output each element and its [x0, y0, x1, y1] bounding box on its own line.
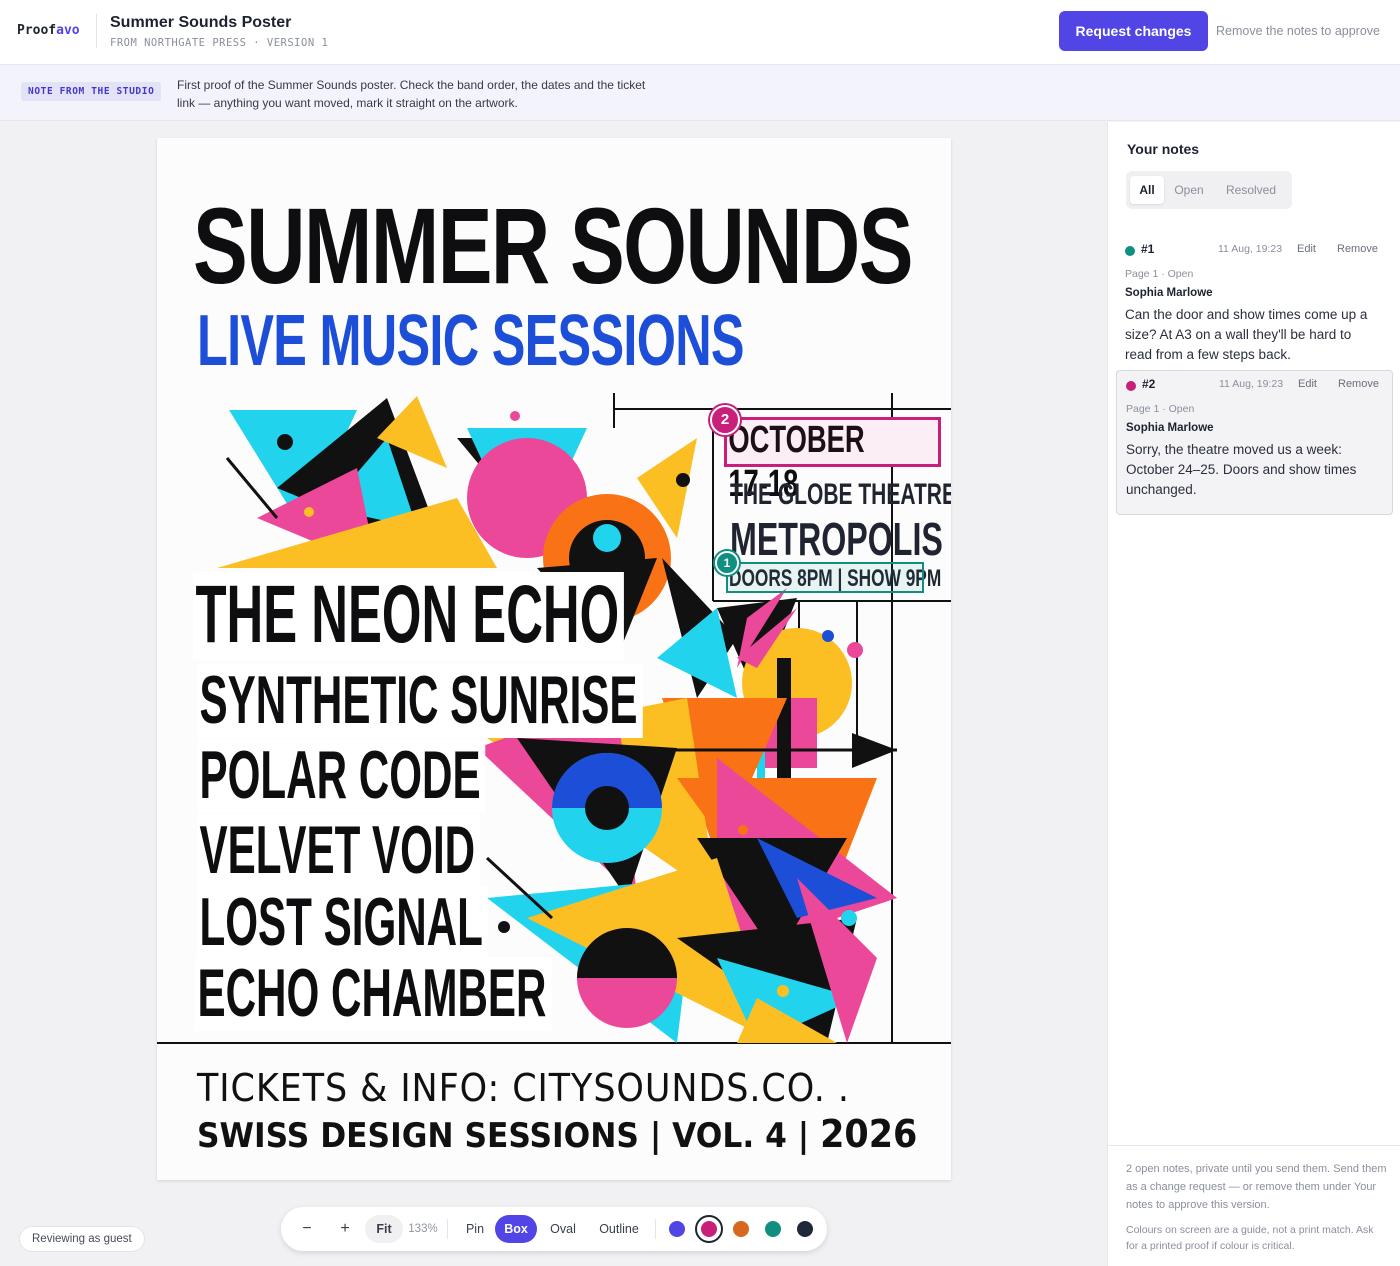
filter-open[interactable]: Open — [1168, 176, 1210, 204]
color-swatch-indigo[interactable] — [669, 1221, 685, 1237]
color-swatch-dark[interactable] — [797, 1221, 813, 1237]
notes-filter: All Open Resolved — [1126, 171, 1292, 209]
poster-subtitle: LIVE MUSIC SESSIONS — [197, 301, 745, 381]
poster-tickets: TICKETS & INFO: CITYSOUNDS.CO. . — [197, 1066, 850, 1110]
box-tool-button[interactable]: Box — [495, 1215, 537, 1243]
note-body: Can the door and show times come up a si… — [1125, 307, 1372, 362]
zoom-out-button[interactable]: − — [295, 1215, 319, 1243]
note-item[interactable]: #1 11 Aug, 19:23 Edit Remove Page 1 · Op… — [1116, 236, 1393, 366]
note-edit-button[interactable]: Edit — [1297, 243, 1316, 255]
note-number: #1 — [1141, 242, 1155, 256]
approve-hint: Remove the notes to approve — [1216, 24, 1380, 38]
notes-sidebar: Your notes All Open Resolved #1 11 Aug, … — [1107, 122, 1400, 1266]
color-swatch-orange[interactable] — [733, 1221, 749, 1237]
zoom-in-button[interactable]: + — [333, 1215, 357, 1243]
note-color-dot — [1126, 381, 1136, 391]
note-edit-button[interactable]: Edit — [1298, 378, 1317, 390]
studio-note-tag: NOTE FROM THE STUDIO — [21, 82, 162, 101]
filter-resolved[interactable]: Resolved — [1216, 176, 1286, 204]
notes-title: Your notes — [1127, 141, 1200, 157]
footer-notes-info: 2 open notes, private until you send the… — [1126, 1163, 1387, 1211]
band-name: ECHO CHAMBER — [195, 957, 552, 1031]
color-swatch-teal[interactable] — [765, 1221, 781, 1237]
guest-badge: Reviewing as guest — [19, 1226, 145, 1252]
band-name: POLAR CODE — [197, 739, 486, 813]
band-name: SYNTHETIC SUNRISE — [197, 664, 643, 738]
note-author: Sophia Marlowe — [1126, 422, 1214, 434]
outline-tool-button[interactable]: Outline — [591, 1215, 647, 1243]
note-time: 11 Aug, 19:23 — [1218, 243, 1283, 255]
zoom-level: 133% — [408, 1223, 438, 1235]
note-body: Sorry, the theatre moved us a week: Octo… — [1126, 442, 1357, 497]
note-remove-button[interactable]: Remove — [1337, 243, 1378, 255]
annotation-box-1[interactable] — [726, 562, 924, 593]
note-status: Page 1 · Open — [1125, 268, 1194, 280]
poster-title: SUMMER SOUNDS — [193, 185, 914, 306]
oval-tool-button[interactable]: Oval — [543, 1215, 583, 1243]
header-divider — [96, 14, 97, 48]
note-remove-button[interactable]: Remove — [1338, 378, 1379, 390]
color-swatch-magenta-selected[interactable] — [695, 1215, 723, 1243]
poster-city: METROPOLIS — [730, 513, 943, 565]
brand-logo: Proofavo — [17, 23, 80, 38]
note-author: Sophia Marlowe — [1125, 287, 1213, 299]
document-meta: FROM NORTHGATE PRESS · VERSION 1 — [110, 37, 329, 49]
proof-canvas[interactable]: SUMMER SOUNDS LIVE MUSIC SESSIONS THE NE… — [0, 122, 1107, 1266]
note-status: Page 1 · Open — [1126, 403, 1195, 415]
annotation-pin-1[interactable]: 1 — [715, 551, 739, 575]
poster-series: SWISS DESIGN SESSIONS | VOL. 4 | 2026 — [197, 1112, 918, 1156]
top-bar: Proofavo Summer Sounds Poster FROM NORTH… — [0, 0, 1400, 65]
note-number: #2 — [1142, 377, 1156, 391]
band-name: THE NEON ECHO — [193, 572, 625, 660]
note-time: 11 Aug, 19:23 — [1219, 378, 1284, 390]
band-name: LOST SIGNAL — [197, 886, 488, 960]
toolbar-divider — [655, 1219, 656, 1239]
filter-all[interactable]: All — [1130, 176, 1164, 204]
document-title: Summer Sounds Poster — [110, 14, 292, 31]
pin-tool-button[interactable]: Pin — [459, 1215, 491, 1243]
poster-venue: THE GLOBE THEATRE — [730, 478, 951, 511]
band-name: VELVET VOID — [197, 814, 481, 888]
note-color-dot — [1125, 246, 1135, 256]
sidebar-footer: 2 open notes, private until you send the… — [1108, 1145, 1400, 1266]
request-changes-button[interactable]: Request changes — [1059, 11, 1208, 51]
footer-colour-info: Colours on screen are a guide, not a pri… — [1126, 1224, 1374, 1252]
poster-artwork[interactable]: SUMMER SOUNDS LIVE MUSIC SESSIONS THE NE… — [157, 138, 951, 1180]
studio-note-text: First proof of the Summer Sounds poster.… — [177, 78, 646, 110]
studio-note-banner: NOTE FROM THE STUDIO First proof of the … — [0, 65, 1400, 121]
annotation-pin-2[interactable]: 2 — [710, 405, 740, 435]
toolbar-divider — [447, 1219, 448, 1239]
annotation-box-2[interactable] — [724, 417, 941, 467]
note-item-selected[interactable]: #2 11 Aug, 19:23 Edit Remove Page 1 · Op… — [1116, 370, 1393, 515]
fit-button[interactable]: Fit — [365, 1215, 403, 1243]
annotation-toolbar: − + Fit 133% Pin Box Oval Outline — [281, 1207, 827, 1251]
